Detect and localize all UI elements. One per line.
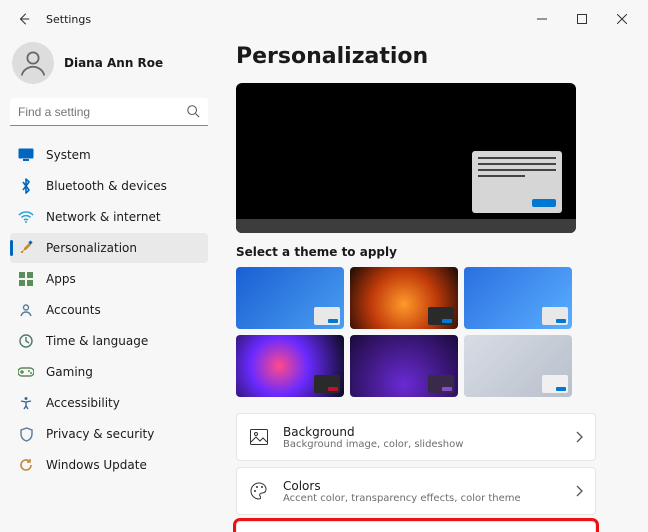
nav-system[interactable]: System (10, 140, 208, 170)
nav-privacy[interactable]: Privacy & security (10, 419, 208, 449)
nav-label: Time & language (46, 334, 148, 348)
nav-label: Privacy & security (46, 427, 154, 441)
nav-accounts[interactable]: Accounts (10, 295, 208, 325)
accounts-icon (18, 302, 34, 318)
nav-update[interactable]: Windows Update (10, 450, 208, 480)
nav-list: System Bluetooth & devices Network & int… (10, 140, 208, 480)
clock-icon (18, 333, 34, 349)
shield-icon (18, 426, 34, 442)
nav-personalization[interactable]: Personalization (10, 233, 208, 263)
nav-label: Windows Update (46, 458, 147, 472)
titlebar: Settings (0, 0, 648, 38)
chevron-right-icon (575, 431, 583, 443)
search-input[interactable] (10, 98, 208, 126)
nav-gaming[interactable]: Gaming (10, 357, 208, 387)
palette-icon (249, 481, 269, 501)
apps-icon (18, 271, 34, 287)
theme-option[interactable] (236, 267, 344, 329)
theme-heading: Select a theme to apply (236, 245, 628, 259)
sidebar: Diana Ann Roe System Bluetooth & devices (0, 38, 218, 532)
user-name: Diana Ann Roe (64, 56, 163, 70)
nav-label: System (46, 148, 91, 162)
settings-cards: Background Background image, color, slid… (236, 413, 596, 532)
close-icon (617, 14, 627, 24)
nav-label: Accessibility (46, 396, 120, 410)
theme-grid (236, 267, 576, 397)
card-themes[interactable]: Themes Install, create, manage (236, 521, 596, 532)
wifi-icon (18, 209, 34, 225)
gaming-icon (18, 364, 34, 380)
nav-network[interactable]: Network & internet (10, 202, 208, 232)
card-title: Colors (283, 479, 521, 493)
nav-apps[interactable]: Apps (10, 264, 208, 294)
maximize-icon (577, 14, 587, 24)
minimize-button[interactable] (522, 4, 562, 34)
search-icon (186, 104, 200, 118)
maximize-button[interactable] (562, 4, 602, 34)
arrow-left-icon (17, 12, 31, 26)
accessibility-icon (18, 395, 34, 411)
back-button[interactable] (6, 1, 42, 37)
preview-popup (472, 151, 562, 213)
theme-option[interactable] (350, 267, 458, 329)
page-title: Personalization (236, 44, 628, 69)
user-row[interactable]: Diana Ann Roe (10, 38, 208, 98)
avatar (12, 42, 54, 84)
nav-label: Bluetooth & devices (46, 179, 167, 193)
preview-taskbar (236, 219, 576, 233)
system-icon (18, 147, 34, 163)
theme-option[interactable] (464, 335, 572, 397)
image-icon (249, 427, 269, 447)
nav-bluetooth[interactable]: Bluetooth & devices (10, 171, 208, 201)
main-content: Personalization Select a theme to apply (218, 38, 648, 532)
nav-label: Gaming (46, 365, 93, 379)
card-title: Background (283, 425, 463, 439)
nav-label: Apps (46, 272, 76, 286)
desktop-preview (236, 83, 576, 233)
nav-accessibility[interactable]: Accessibility (10, 388, 208, 418)
theme-option[interactable] (464, 267, 572, 329)
card-colors[interactable]: Colors Accent color, transparency effect… (236, 467, 596, 515)
paintbrush-icon (18, 240, 34, 256)
person-icon (18, 48, 48, 78)
nav-label: Accounts (46, 303, 101, 317)
window-title: Settings (46, 13, 91, 26)
nav-label: Network & internet (46, 210, 161, 224)
theme-option[interactable] (350, 335, 458, 397)
chevron-right-icon (575, 485, 583, 497)
card-sub: Background image, color, slideshow (283, 439, 463, 450)
card-background[interactable]: Background Background image, color, slid… (236, 413, 596, 461)
theme-option[interactable] (236, 335, 344, 397)
nav-label: Personalization (46, 241, 137, 255)
close-button[interactable] (602, 4, 642, 34)
search-wrap (10, 98, 208, 126)
update-icon (18, 457, 34, 473)
card-sub: Accent color, transparency effects, colo… (283, 493, 521, 504)
bluetooth-icon (18, 178, 34, 194)
nav-time[interactable]: Time & language (10, 326, 208, 356)
minimize-icon (537, 14, 547, 24)
